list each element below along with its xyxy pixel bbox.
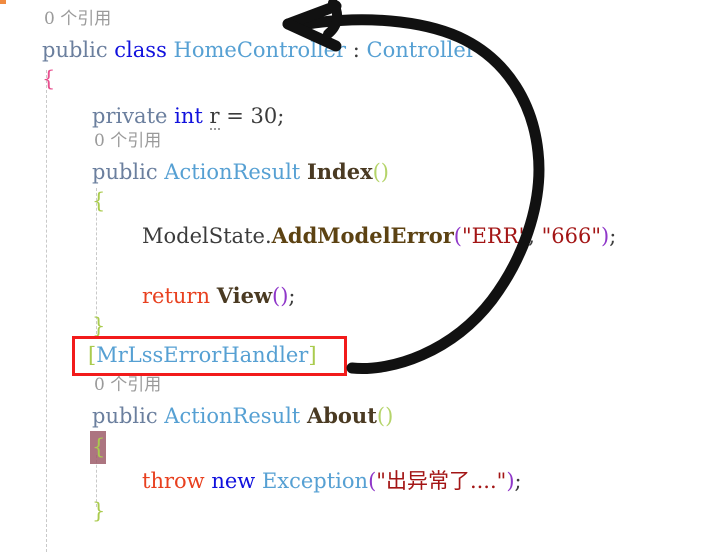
codelens-text-3: 0 个引用 bbox=[94, 375, 162, 395]
codelens-text-2: 0 个引用 bbox=[94, 131, 162, 151]
token-attribute-open-bracket: [ bbox=[88, 343, 97, 367]
token-keyword-class: class bbox=[114, 38, 167, 62]
token-type-controller: Controller bbox=[366, 38, 476, 62]
code-line-class-declaration: public class HomeController : Controller bbox=[42, 33, 476, 67]
token-keyword-throw: throw bbox=[142, 469, 205, 493]
token-method-index: Index bbox=[306, 159, 373, 184]
code-line-index-open-brace: { bbox=[92, 184, 105, 218]
token-method-view: View bbox=[216, 283, 273, 308]
token-parens-about: () bbox=[376, 404, 394, 428]
token-variable-r: r bbox=[209, 104, 220, 130]
token-string-666: "666" bbox=[541, 224, 602, 248]
token-comma: , bbox=[528, 224, 542, 248]
token-string-err: "ERR" bbox=[461, 224, 529, 248]
token-paren-close: ) bbox=[601, 224, 610, 248]
token-type-exception: Exception bbox=[261, 469, 369, 493]
token-attribute-name: MrLssErrorHandler bbox=[96, 343, 309, 367]
code-line-about-signature: public ActionResult About() bbox=[92, 399, 393, 433]
token-type-actionresult-2: ActionResult bbox=[164, 404, 301, 428]
token-keyword-int: int bbox=[174, 104, 203, 128]
token-space-8 bbox=[210, 284, 217, 308]
codelens-index-references[interactable]: 0 个引用 bbox=[94, 128, 161, 154]
token-assignment-30: = 30; bbox=[226, 104, 285, 128]
code-line-class-open-brace: { bbox=[42, 62, 55, 96]
token-space-10 bbox=[300, 404, 307, 428]
token-keyword-private: private bbox=[92, 104, 168, 128]
token-colon: : bbox=[346, 38, 367, 62]
token-brace-about-open: { bbox=[92, 435, 106, 459]
token-paren-open: ( bbox=[453, 224, 462, 248]
token-keyword-public-3: public bbox=[92, 404, 158, 428]
token-parens-index: () bbox=[372, 160, 389, 184]
token-type-actionresult: ActionResult bbox=[164, 160, 301, 184]
token-semicolon-2: ; bbox=[288, 284, 296, 308]
code-line-index-signature: public ActionResult Index() bbox=[92, 155, 389, 189]
token-type-homecontroller: HomeController bbox=[173, 38, 347, 62]
token-space-4 bbox=[203, 104, 210, 128]
code-line-about-close-brace: } bbox=[92, 494, 105, 528]
code-line-throw-exception: throw new Exception("出异常了...."); bbox=[142, 464, 522, 498]
token-semicolon: ; bbox=[609, 224, 617, 248]
token-paren-close-2: ) bbox=[506, 469, 515, 493]
token-object-modelstate: ModelState. bbox=[142, 224, 272, 248]
token-keyword-new: new bbox=[211, 469, 256, 493]
codelens-text: 0 个引用 bbox=[44, 9, 112, 29]
token-attribute-close-bracket: ] bbox=[308, 343, 317, 367]
token-space-7 bbox=[300, 160, 307, 184]
code-area[interactable]: 0 个引用 public class HomeController : Cont… bbox=[0, 0, 702, 552]
codelens-class-references[interactable]: 0 个引用 bbox=[44, 6, 111, 32]
token-space-12 bbox=[255, 469, 262, 493]
token-method-addmodelerror: AddModelError bbox=[271, 223, 454, 248]
token-semicolon-3: ; bbox=[514, 469, 522, 493]
token-keyword-public: public bbox=[42, 38, 108, 62]
editor-screenshot: 0 个引用 public class HomeController : Cont… bbox=[0, 0, 702, 552]
code-line-return-view: return View(); bbox=[142, 279, 296, 313]
token-brace-index-open: { bbox=[92, 189, 106, 213]
code-line-addmodelerror: ModelState.AddModelError("ERR", "666"); bbox=[142, 219, 616, 253]
codelens-about-references[interactable]: 0 个引用 bbox=[94, 372, 161, 398]
token-keyword-return: return bbox=[142, 284, 210, 308]
token-brace-class-open: { bbox=[42, 67, 56, 91]
token-keyword-public-2: public bbox=[92, 160, 158, 184]
token-string-chinese-exception: "出异常了...." bbox=[376, 469, 507, 493]
code-line-attribute: [MrLssErrorHandler] bbox=[88, 338, 317, 372]
token-brace-about-close: } bbox=[92, 499, 106, 523]
token-space-2 bbox=[167, 38, 174, 62]
token-parens-view: () bbox=[272, 284, 289, 308]
code-line-about-open-brace: { bbox=[92, 430, 105, 464]
token-method-about: About bbox=[306, 403, 377, 428]
token-brace-index-close: } bbox=[92, 314, 106, 338]
